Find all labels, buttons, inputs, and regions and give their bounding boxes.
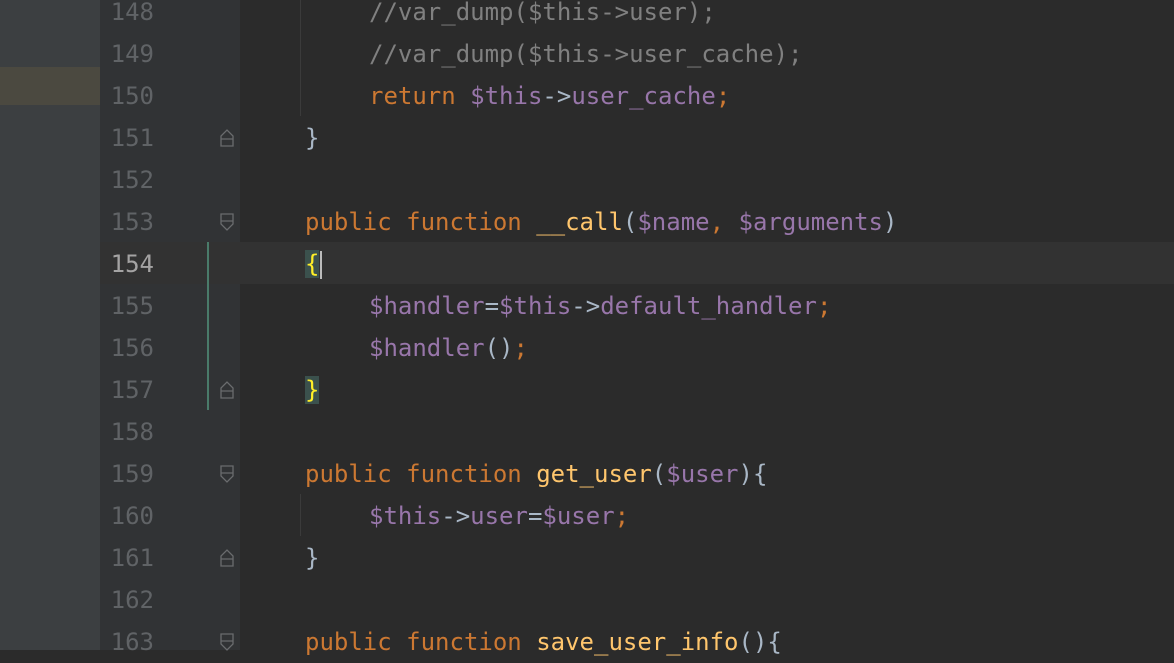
line-number: 159 <box>110 460 154 488</box>
line-number: 161 <box>110 544 154 572</box>
code-text[interactable]: public function save_user_info(){ <box>305 621 782 663</box>
text-caret <box>320 251 323 279</box>
code-line: 153 public function __call($name, $argum… <box>0 201 1174 243</box>
code-line: 162 <box>0 579 1174 621</box>
code-text[interactable]: $handler=$this->default_handler; <box>369 285 831 327</box>
code-text[interactable]: { <box>305 243 323 285</box>
code-line: 156 $handler(); <box>0 327 1174 369</box>
code-line: 150 return $this->user_cache; <box>0 75 1174 117</box>
code-line: 151 } <box>0 117 1174 159</box>
line-number: 150 <box>110 82 154 110</box>
code-line: 159 public function get_user($user){ <box>0 453 1174 495</box>
code-line: 148 //var_dump($this->user); <box>0 0 1174 33</box>
line-number: 156 <box>110 334 154 362</box>
line-number: 153 <box>110 208 154 236</box>
code-line: 161 } <box>0 537 1174 579</box>
code-text[interactable]: $this->user=$user; <box>369 495 629 537</box>
line-number: 149 <box>110 40 154 68</box>
line-number: 157 <box>110 376 154 404</box>
code-line: 160 $this->user=$user; <box>0 495 1174 537</box>
fold-end-icon[interactable] <box>220 549 234 567</box>
line-number: 151 <box>110 124 154 152</box>
fold-start-icon[interactable] <box>220 633 234 651</box>
line-number: 163 <box>110 628 154 656</box>
code-text[interactable]: } <box>305 117 319 159</box>
code-line: 155 $handler=$this->default_handler; <box>0 285 1174 327</box>
fold-end-icon[interactable] <box>220 129 234 147</box>
code-text[interactable]: public function get_user($user){ <box>305 453 767 495</box>
code-text[interactable]: //var_dump($this->user_cache); <box>369 33 802 75</box>
code-text[interactable]: } <box>305 537 319 579</box>
code-text[interactable]: return $this->user_cache; <box>369 75 730 117</box>
fold-end-icon[interactable] <box>220 381 234 399</box>
code-line: 158 <box>0 411 1174 453</box>
line-number: 158 <box>110 418 154 446</box>
line-number: 160 <box>110 502 154 530</box>
code-text[interactable]: $handler(); <box>369 327 528 369</box>
matched-brace: { <box>305 250 320 278</box>
code-line: 157 } <box>0 369 1174 411</box>
fold-start-icon[interactable] <box>220 213 234 231</box>
code-line-current: 154 { <box>0 243 1174 285</box>
code-text[interactable]: //var_dump($this->user); <box>369 0 716 33</box>
code-text[interactable]: } <box>305 369 320 411</box>
code-line: 149 //var_dump($this->user_cache); <box>0 33 1174 75</box>
code-line: 152 <box>0 159 1174 201</box>
line-number: 155 <box>110 292 154 320</box>
code-line: 163 public function save_user_info(){ <box>0 621 1174 663</box>
line-number: 154 <box>110 250 154 278</box>
fold-start-icon[interactable] <box>220 465 234 483</box>
line-number: 152 <box>110 166 154 194</box>
matched-brace: } <box>305 376 320 404</box>
code-text[interactable]: public function __call($name, $arguments… <box>305 201 897 243</box>
line-number: 162 <box>110 586 154 614</box>
line-number: 148 <box>110 0 154 26</box>
